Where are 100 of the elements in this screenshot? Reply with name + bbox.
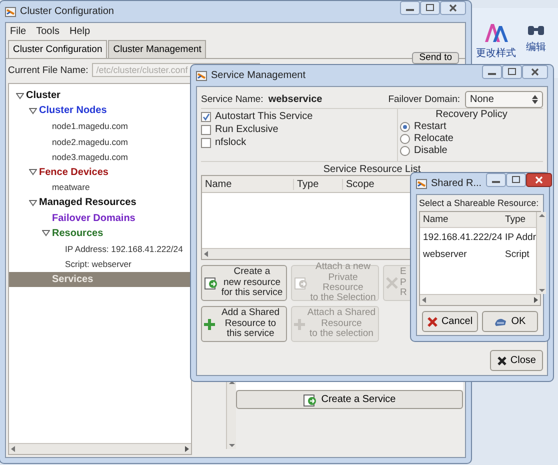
plus-icon [204, 318, 215, 330]
tree-label: node1.magedu.com [52, 121, 128, 132]
maximize-button[interactable] [420, 1, 440, 15]
scroll-right-icon [183, 445, 190, 453]
ok-button[interactable]: OK [482, 311, 538, 332]
field-label: Service Name: [201, 94, 264, 105]
page-add-icon [204, 276, 218, 290]
minimize-button[interactable] [482, 65, 502, 79]
page-add-icon [303, 392, 318, 406]
app-icon [416, 178, 427, 188]
expander-icon[interactable] [16, 92, 24, 100]
table-cell[interactable]: IP Addr [503, 232, 536, 243]
checkbox[interactable] [201, 124, 211, 135]
minimize-button[interactable] [400, 1, 420, 15]
plus-icon [294, 318, 305, 330]
tree-label: node3.magedu.com [52, 152, 128, 162]
radio-button[interactable] [400, 146, 410, 156]
cancel-button[interactable]: Cancel [422, 311, 478, 332]
tree-label: Cluster Nodes [39, 105, 107, 116]
send-button[interactable]: Send to [412, 52, 459, 64]
tab[interactable]: Cluster Management [108, 40, 206, 58]
tree-label: Fence Devices [39, 166, 108, 178]
tree-row[interactable]: Cluster Nodes [9, 103, 191, 119]
menu-item[interactable]: Tools [36, 26, 60, 37]
maximize-button[interactable] [506, 173, 526, 187]
radio-label: Disable [414, 145, 448, 156]
checkbox[interactable] [201, 138, 211, 148]
close-dialog-button[interactable]: Close [490, 350, 543, 371]
group-title: Recovery Policy [434, 109, 508, 120]
spin-arrows-icon [532, 94, 538, 104]
tree-row[interactable]: Script: webserver [9, 256, 191, 272]
expander-icon[interactable] [42, 229, 50, 238]
tree-label: Cluster [26, 90, 60, 102]
table-cell[interactable]: Script [503, 249, 530, 260]
expander-icon[interactable] [29, 168, 37, 176]
scroll-left-icon [203, 250, 210, 258]
tab[interactable]: Cluster Configuration [8, 40, 108, 58]
tree-label: Failover Domains [52, 212, 136, 224]
close-button[interactable] [522, 65, 548, 79]
window-title: Cluster Configuration [20, 6, 115, 17]
radio-button[interactable] [400, 122, 410, 132]
radio-label: Relocate [414, 133, 454, 144]
radio-label: Restart [414, 121, 446, 132]
maximize-button[interactable] [502, 65, 522, 79]
column-header[interactable]: Name [420, 214, 503, 225]
tree-row[interactable]: meatware [9, 180, 191, 196]
scroll-down-icon [538, 287, 546, 294]
tree-row[interactable]: node1.magedu.com [9, 118, 191, 134]
tree-row[interactable]: Managed Resources [9, 195, 191, 210]
page-icon [294, 276, 308, 290]
tree-label: node2.magedu.com [52, 136, 128, 147]
section-title: Service Resource List [322, 163, 422, 176]
tree-row[interactable]: Failover Domains [9, 210, 191, 226]
field-label: Failover Domain: [388, 94, 460, 105]
tree-label: Resources [52, 228, 104, 239]
ribbon-label[interactable]: 更改样式 [476, 46, 516, 60]
horizontal-scrollbar[interactable] [420, 294, 540, 305]
tree-label: Script: webserver [65, 258, 132, 269]
menu-item[interactable]: Help [69, 26, 90, 37]
field-label: Current File Name: [8, 64, 88, 76]
scroll-up-icon [538, 212, 546, 219]
column-header[interactable]: Type [294, 178, 343, 190]
tree-row[interactable]: node3.magedu.com [9, 149, 191, 164]
tree-row[interactable]: IP Address: 192.168.41.222/24 [9, 240, 191, 256]
minimize-button[interactable] [486, 173, 506, 187]
tree-row[interactable]: Resources [9, 226, 191, 241]
create-service-button[interactable]: Create a Service [236, 390, 463, 409]
expander-icon[interactable] [29, 198, 37, 207]
scroll-left-icon [10, 445, 17, 453]
checkbox[interactable] [201, 112, 211, 122]
radio-button[interactable] [400, 134, 410, 144]
tree-label: meatware [52, 182, 90, 192]
close-icon [497, 356, 508, 366]
window-title: Shared R... [431, 178, 482, 189]
tree-label: IP Address: 192.168.41.222/24 [65, 244, 183, 254]
checkbox-label: Run Exclusive [215, 124, 278, 136]
action-button[interactable]: Add a Shared Resource to this service [201, 306, 287, 342]
tree-row[interactable]: Cluster [9, 88, 191, 104]
ribbon-label[interactable]: 编辑 [526, 40, 546, 54]
checkbox-label: nfslock [215, 137, 246, 148]
table-cell[interactable]: 192.168.41.222/24 [420, 232, 503, 243]
close-button[interactable] [526, 173, 552, 187]
close-icon [427, 316, 438, 326]
vertical-scrollbar[interactable] [226, 379, 236, 449]
expander-icon[interactable] [29, 106, 37, 115]
close-button[interactable] [440, 1, 466, 15]
menu-item[interactable]: File [10, 26, 26, 37]
column-header[interactable]: Type [503, 214, 526, 225]
tree-row[interactable]: Fence Devices [9, 164, 191, 180]
failover-dropdown[interactable]: None [465, 90, 543, 108]
service-name: webservice [268, 94, 322, 105]
vertical-scrollbar[interactable] [536, 212, 546, 294]
tree-row[interactable]: node2.magedu.com [9, 134, 191, 150]
column-header[interactable]: Name [202, 178, 294, 190]
scroll-left-icon [421, 296, 428, 304]
horizontal-scrollbar[interactable] [9, 443, 191, 454]
scroll-right-icon [532, 296, 539, 304]
action-button[interactable]: Create a new resource for this service [201, 265, 287, 301]
table-cell[interactable]: webserver [420, 249, 503, 260]
app-icon [5, 6, 16, 16]
